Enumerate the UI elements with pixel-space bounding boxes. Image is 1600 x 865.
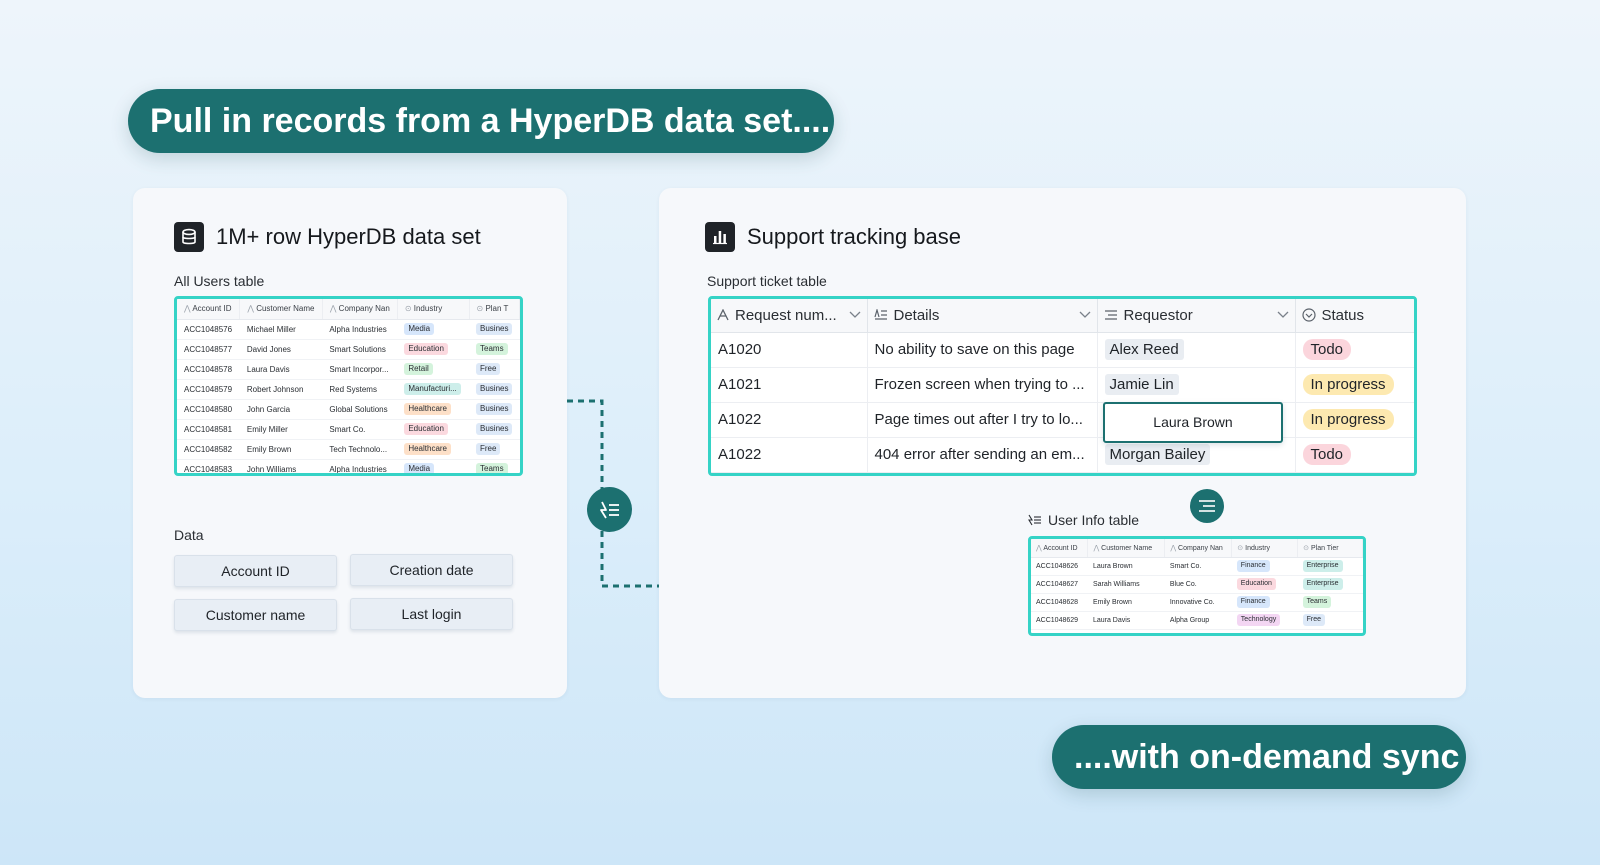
table-row[interactable]: ACC1048629 Laura Davis Alpha Group Technolo… [1031, 611, 1363, 630]
table-row[interactable]: ACC1048582 Emily Brown Tech Technolo... Hea… [177, 439, 520, 460]
industry-tag: Manufacturi... [404, 383, 461, 395]
table-row[interactable]: A1022 404 error after sending an em... M… [711, 437, 1414, 473]
support-card-title: Support tracking base [747, 224, 962, 249]
industry-tag: Finance [1236, 596, 1270, 608]
column-header[interactable]: ⋀ Customer Name [1087, 539, 1166, 558]
table-row[interactable]: ACC1048576 Michael Miller Alpha Industries… [177, 319, 520, 340]
industry-tag: Media [404, 463, 435, 473]
status-badge: In progress [1302, 374, 1394, 395]
database-icon [174, 222, 204, 252]
table-row[interactable]: ACC1048577 David Jones Smart Solutions Educ… [177, 339, 520, 360]
plan-tag: Free [476, 363, 501, 375]
plan-tag: Busines [476, 403, 513, 415]
industry-tag: Finance [1236, 560, 1270, 572]
status-badge: Todo [1302, 444, 1352, 465]
table-row[interactable]: ACC1048583 John Williams Alpha Industries M… [177, 459, 520, 473]
field-last-login-button[interactable]: Last login [350, 598, 513, 630]
single-select-icon [1301, 308, 1316, 322]
long-text-icon [873, 309, 887, 320]
column-header-requestor[interactable]: Requestor [1097, 299, 1296, 333]
chevron-down-icon [1079, 311, 1090, 319]
field-customer-name-button[interactable]: Customer name [174, 599, 337, 631]
table-row[interactable]: A1020 No ability to save on this page Al… [711, 332, 1414, 368]
plan-tag: Teams [476, 463, 508, 473]
hyperdb-card-header: 1M+ row HyperDB data set [174, 222, 481, 252]
column-header[interactable]: ⊙ Plan T [469, 299, 520, 320]
hyperdb-card-title: 1M+ row HyperDB data set [216, 224, 481, 249]
all-users-table[interactable]: ⋀ Account ID ⋀ Customer Name ⋀ Company N… [174, 296, 523, 476]
column-header[interactable]: ⋀ Company Nan [1164, 539, 1233, 558]
table-row[interactable]: A1022 Page times out after I try to lo..… [711, 402, 1414, 438]
chevron-down-icon [849, 311, 860, 319]
requestor-lookup-popup[interactable]: Laura Brown [1103, 402, 1283, 443]
user-info-table[interactable]: ⋀ Account ID ⋀ Customer Name ⋀ Company N… [1028, 536, 1366, 636]
table-row[interactable]: ACC1048580 John Garcia Global Solutions Hea… [177, 399, 520, 420]
support-ticket-table[interactable]: Request num... Details Requestor Status … [708, 296, 1417, 476]
industry-tag: Healthcare [404, 443, 451, 455]
bar-chart-icon [705, 222, 735, 252]
industry-tag: Retail [404, 363, 433, 375]
table-row[interactable]: ACC1048627 Sarah Williams Blue Co. Educatio… [1031, 575, 1363, 594]
column-header[interactable]: ⊙ Plan Tier [1297, 539, 1363, 558]
industry-tag: Education [404, 343, 448, 355]
column-header[interactable]: ⊙ Industry [1231, 539, 1299, 558]
plan-tag: Teams [1302, 596, 1332, 608]
column-header[interactable]: ⋀ Customer Name [239, 299, 323, 320]
table-row[interactable]: A1021 Frozen screen when trying to ... J… [711, 367, 1414, 403]
table-row[interactable]: ACC1048581 Emily Miller Smart Co. Education… [177, 419, 520, 440]
status-badge: In progress [1302, 409, 1394, 430]
table-row[interactable]: ACC1048579 Robert Johnson Red Systems Manuf… [177, 379, 520, 400]
requestor-tag: Jamie Lin [1104, 374, 1179, 395]
requestor-tag: Morgan Bailey [1104, 444, 1211, 465]
status-badge: Todo [1302, 339, 1352, 360]
support-card-header: Support tracking base [705, 222, 961, 252]
sync-list-small-icon [1028, 514, 1041, 526]
table-row[interactable]: ACC1048628 Emily Brown Innovative Co. Finan… [1031, 593, 1363, 612]
plan-tag: Enterprise [1302, 560, 1343, 572]
user-info-table-header: User Info table [1028, 512, 1139, 528]
plan-tag: Enterprise [1302, 578, 1343, 590]
plan-tag: Busines [476, 383, 513, 395]
sync-list-icon[interactable] [587, 487, 632, 532]
column-header[interactable]: ⊙ Industry [397, 299, 470, 320]
all-users-table-label: All Users table [174, 273, 265, 289]
industry-tag: Healthcare [404, 403, 451, 415]
plan-tag: Teams [476, 343, 508, 355]
plan-tag: Busines [476, 423, 513, 435]
table-header-row: Request num... Details Requestor Status [711, 299, 1414, 333]
column-header[interactable]: ⋀ Account ID [177, 299, 241, 320]
requestor-tag: Alex Reed [1104, 339, 1184, 360]
data-fields-label: Data [174, 527, 204, 543]
column-header[interactable]: ⋀ Account ID [1031, 539, 1089, 558]
support-ticket-table-label: Support ticket table [707, 273, 827, 289]
column-header-status[interactable]: Status [1295, 299, 1414, 333]
plan-tag: Free [1302, 614, 1326, 626]
industry-tag: Education [404, 423, 448, 435]
column-header[interactable]: ⋀ Company Nan [322, 299, 398, 320]
lookup-link-icon[interactable] [1190, 489, 1224, 523]
text-field-icon [717, 309, 729, 321]
lookup-field-icon [1104, 310, 1117, 320]
industry-tag: Technology [1236, 614, 1281, 626]
plan-tag: Free [476, 443, 501, 455]
industry-tag: Education [1236, 578, 1276, 590]
table-header-row: ⋀ Account ID ⋀ Customer Name ⋀ Company N… [177, 299, 520, 320]
field-account-id-button[interactable]: Account ID [174, 555, 337, 587]
chevron-down-icon [1277, 311, 1288, 319]
user-info-table-label: User Info table [1048, 512, 1140, 528]
column-header-request-number[interactable]: Request num... [711, 299, 868, 333]
field-creation-date-button[interactable]: Creation date [350, 554, 513, 586]
column-header-details[interactable]: Details [867, 299, 1098, 333]
table-header-row: ⋀ Account ID ⋀ Customer Name ⋀ Company N… [1031, 539, 1363, 558]
table-row[interactable]: ACC1048626 Laura Brown Smart Co. Finance Ent… [1031, 557, 1363, 576]
industry-tag: Media [404, 323, 435, 335]
plan-tag: Busines [476, 323, 513, 335]
table-row[interactable]: ACC1048578 Laura Davis Smart Incorpor... Re… [177, 359, 520, 380]
